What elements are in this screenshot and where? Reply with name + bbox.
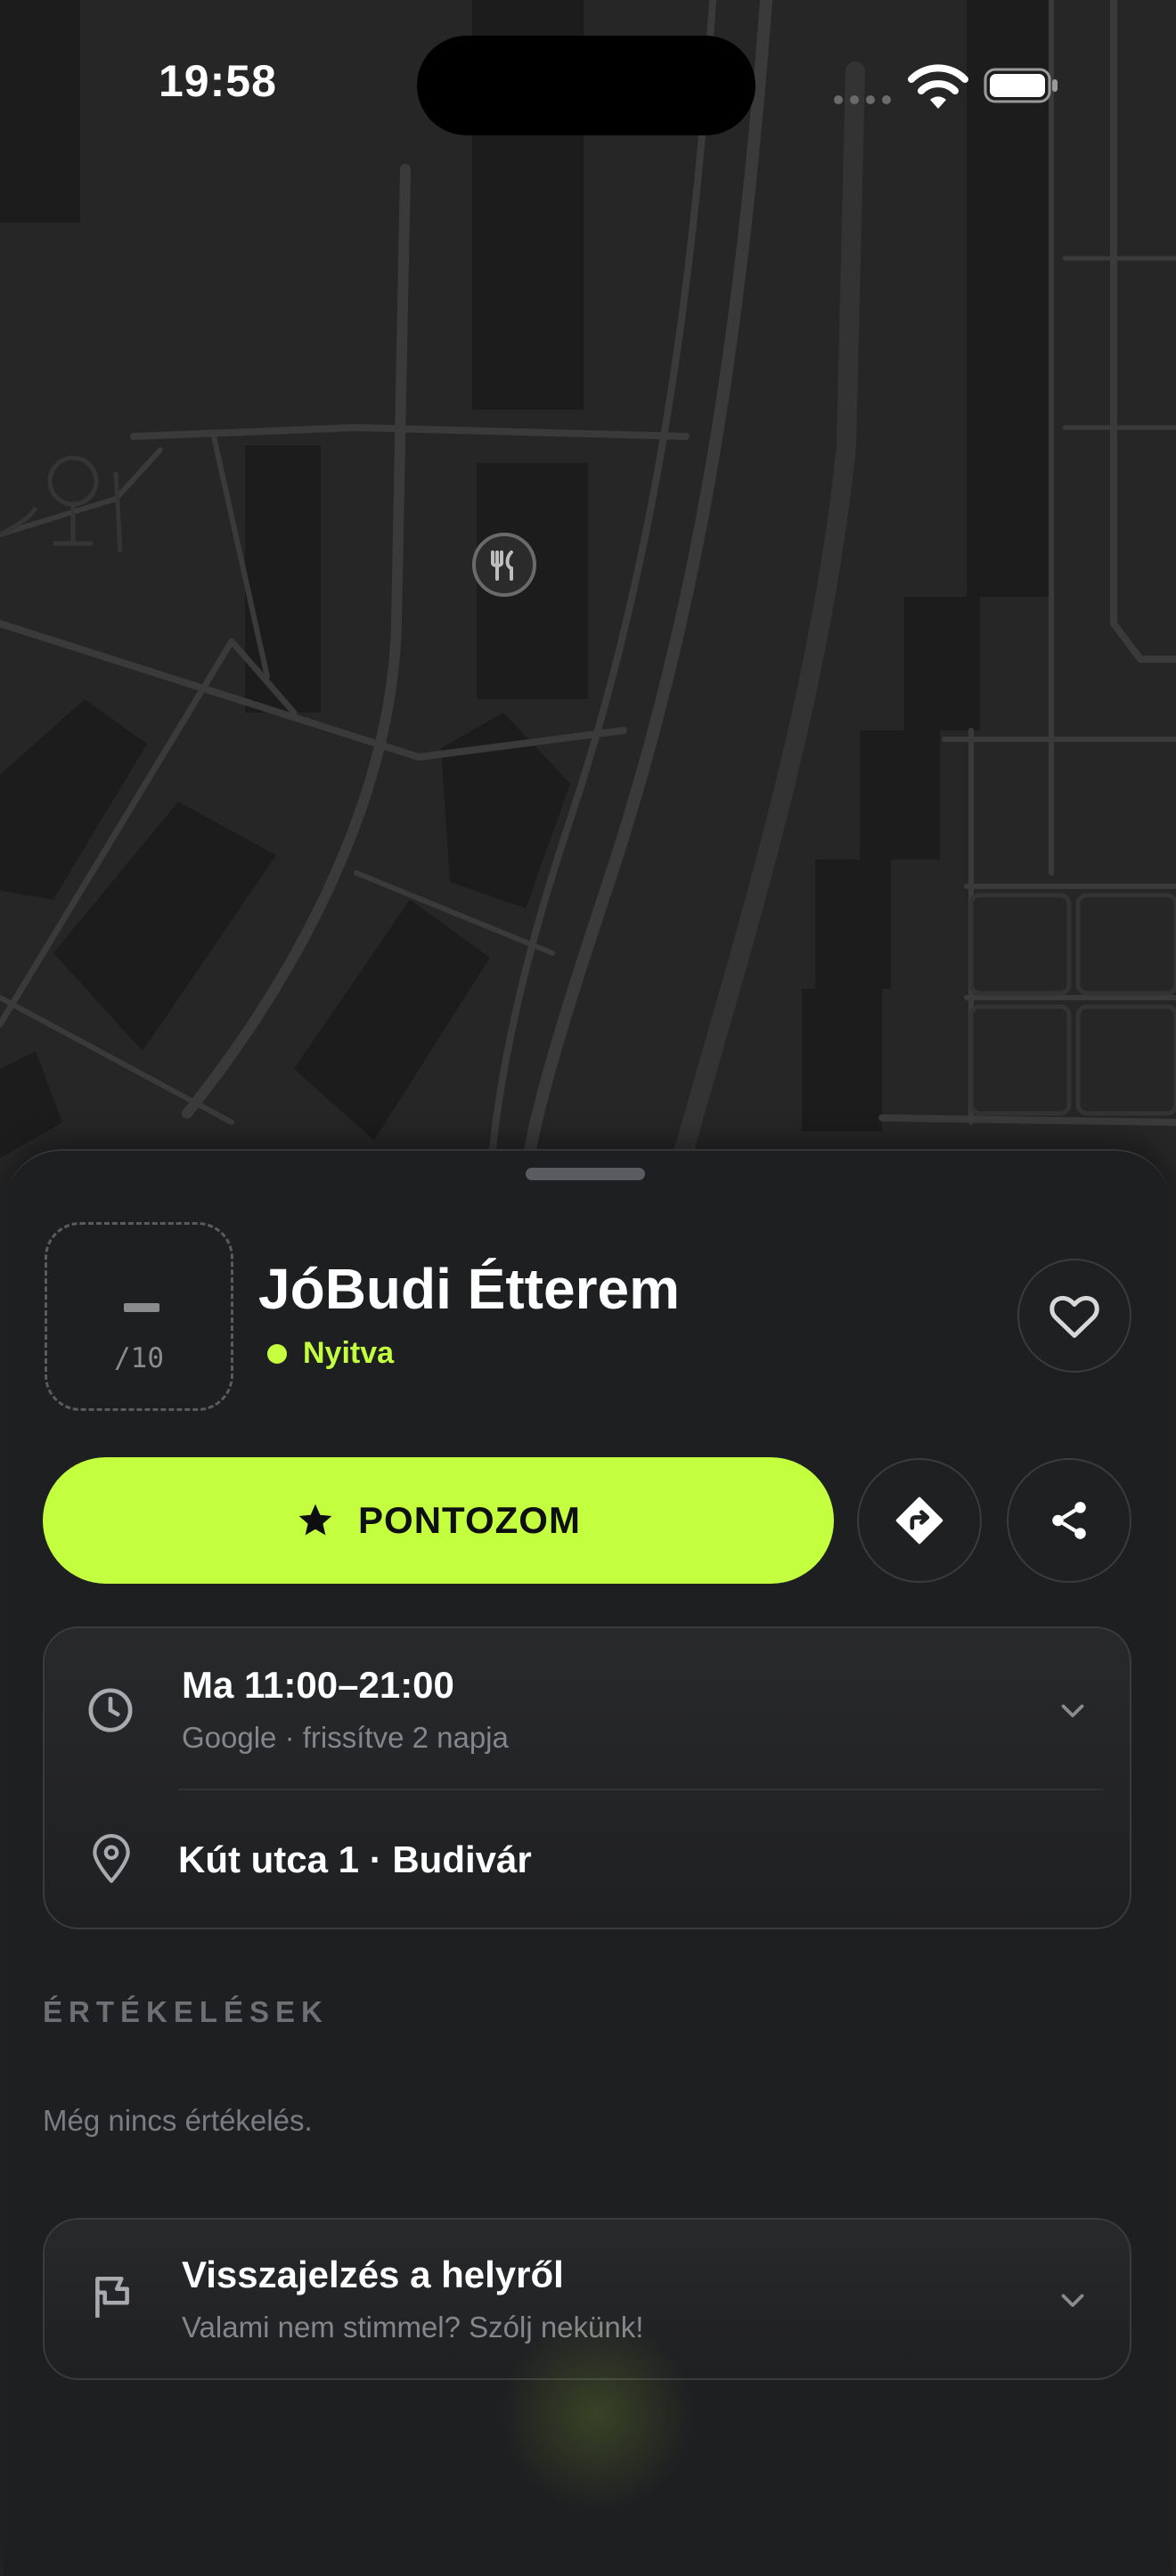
clock-icon <box>88 1688 133 1732</box>
status-dot-icon <box>267 1343 287 1364</box>
chevron-down-icon[interactable] <box>1057 2284 1089 2316</box>
dynamic-island <box>417 36 755 135</box>
address-row[interactable]: Kút utca 1 · Budivár <box>45 1790 1130 1929</box>
opening-hours-row[interactable]: Ma 11:00–21:00 Google · frissítve 2 napj… <box>45 1628 1130 1789</box>
favorite-button[interactable] <box>1017 1259 1131 1373</box>
restaurant-marker[interactable] <box>472 533 536 597</box>
rate-button-label: PONTOZOM <box>358 1499 581 1541</box>
directions-icon <box>895 1496 943 1545</box>
status-time: 19:58 <box>159 56 277 106</box>
share-button[interactable] <box>1007 1458 1131 1583</box>
rate-button[interactable]: PONTOZOM <box>43 1457 834 1584</box>
report-title: Visszajelzés a helyről <box>182 2254 564 2295</box>
open-status-label: Nyitva <box>303 1336 395 1370</box>
no-reviews-text: Még nincs értékelés. <box>43 2104 313 2137</box>
directions-button[interactable] <box>857 1458 982 1583</box>
wifi-icon <box>908 64 968 109</box>
address-text: Kút utca 1 · Budivár <box>178 1838 532 1880</box>
share-icon <box>1052 1502 1086 1539</box>
hours-today: Ma 11:00–21:00 <box>182 1664 454 1706</box>
cellular-signal-icon <box>834 95 891 104</box>
open-status: Nyitva <box>267 1336 394 1371</box>
location-pin-icon <box>93 1834 130 1883</box>
place-title: JóBudi Étterem <box>258 1257 680 1321</box>
map-view[interactable] <box>0 0 1176 1176</box>
status-bar: 19:58 <box>0 0 1176 169</box>
chevron-down-icon[interactable] <box>1057 1694 1089 1726</box>
hours-source: Google · frissítve 2 napja <box>182 1721 509 1754</box>
score-scale: /10 <box>114 1342 164 1374</box>
star-icon <box>298 1504 332 1536</box>
flag-icon <box>95 2276 129 2318</box>
score-empty-dash <box>124 1303 159 1312</box>
heart-icon <box>1049 1295 1099 1338</box>
score-badge: /10 <box>45 1222 233 1411</box>
reviews-section-title: ÉRTÉKELÉSEK <box>43 1995 329 2028</box>
battery-icon <box>984 68 1058 103</box>
tabbar-glow <box>499 2316 695 2512</box>
sheet-grabber[interactable] <box>526 1168 645 1180</box>
info-card: Ma 11:00–21:00 Google · frissítve 2 napj… <box>43 1626 1131 1929</box>
